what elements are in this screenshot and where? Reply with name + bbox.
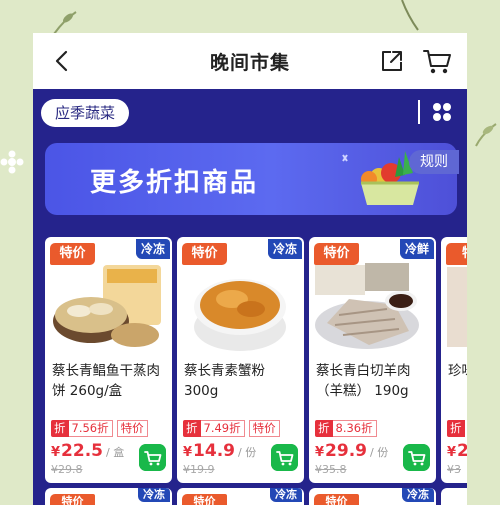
add-to-cart-icon[interactable] [139,444,166,471]
leaf-decoration [401,0,419,31]
product-image [53,265,161,347]
banner-slogan: 更多折扣商品 [90,168,259,198]
original-price: ¥19.9 [183,463,215,476]
special-badge: 特价 [116,419,148,437]
product-name: 蔡长青鲳鱼干蒸肉饼 260g/盒 [52,363,160,399]
original-price: ¥3 [447,463,461,476]
discount-rate: 7.56折 [68,419,113,437]
discount-labels: 折 8.36折 [315,419,377,437]
product-name: 蔡长青素蟹粉 300g [184,363,265,399]
storage-tag: 冷鲜 [399,239,434,259]
discount-mark: 折 [315,419,333,437]
rules-button[interactable]: 规则 [409,150,459,174]
page-title: 晚间市集 [209,51,290,74]
add-to-cart-icon[interactable] [403,444,430,471]
discount-mark: 折 [447,419,465,437]
special-badge: 特价 [248,419,280,437]
original-price: ¥35.8 [315,463,347,476]
current-price: ¥ 29.9 / 份 [315,441,389,461]
special-price-tag: 特价 [50,494,95,505]
original-price: ¥29.8 [51,463,83,476]
storage-tag: 冷冻 [402,488,434,502]
current-price: ¥ 22.5 / 盒 [51,441,125,461]
discount-rate: 8.36折 [332,419,377,437]
product-card[interactable]: 特价 冷冻 [45,488,172,505]
app-screen: 晚间市集 应季蔬菜 更多折扣商品 规则 特价 冷冻 蔡长青鲳鱼干蒸肉饼 260g… [33,33,467,505]
special-price-tag: 特价 [314,494,359,505]
product-card[interactable]: 特价 冷冻 [309,488,436,505]
discount-mark: 折 [183,419,201,437]
product-image [315,263,419,349]
storage-tag: 冷冻 [138,488,170,502]
discount-rate: 7.49折 [200,419,245,437]
storage-tag: 冷冻 [270,488,302,502]
product-card[interactable]: 特价 冷冻 蔡长青素蟹粉 300g 折 7.49折 特价 ¥ 14.9 / 份 … [177,237,304,483]
discount-mark: 折 [51,419,69,437]
leaf-decoration [475,123,497,147]
storage-tag: 冷冻 [267,239,302,259]
share-icon[interactable] [380,49,404,73]
current-price: ¥ 2 [447,441,467,461]
back-arrow-icon[interactable] [51,49,75,73]
discount-banner[interactable]: 更多折扣商品 [45,143,457,215]
product-name: 珍味子鸡 [448,363,467,379]
discount-labels: 折 7.56折 特价 [51,419,148,437]
discount-labels: 折 [447,419,465,437]
category-tabs: 应季蔬菜 [33,89,467,135]
special-price-tag: 特价 [182,494,227,505]
add-to-cart-icon[interactable] [271,444,298,471]
product-card[interactable]: 特 珍味子鸡 折 ¥ 2 ¥3 [441,237,467,483]
category-chip-seasonal-vegetables[interactable]: 应季蔬菜 [41,99,130,127]
product-card[interactable] [441,488,467,505]
flower-decoration [0,150,24,174]
cart-icon[interactable] [422,47,452,75]
navigation-bar: 晚间市集 [33,33,467,89]
tab-divider [418,100,420,124]
product-list-next-row: 特价 冷冻 特价 冷冻 特价 冷冻 [33,488,467,505]
grid-icon[interactable] [432,102,452,122]
product-name: 蔡长青白切羊肉（羊糕） 190g [316,363,411,399]
product-card[interactable]: 特价 冷鲜 蔡长青白切羊肉（羊糕） 190g 折 8.36折 ¥ 29.9 / … [309,237,436,483]
discount-labels: 折 7.49折 特价 [183,419,280,437]
product-image [447,267,467,347]
product-image [194,279,286,351]
storage-tag: 冷冻 [135,239,170,259]
product-list: 特价 冷冻 蔡长青鲳鱼干蒸肉饼 260g/盒 折 7.56折 特价 ¥ 22.5… [33,237,467,487]
current-price: ¥ 14.9 / 份 [183,441,257,461]
product-card[interactable]: 特价 冷冻 [177,488,304,505]
product-card[interactable]: 特价 冷冻 蔡长青鲳鱼干蒸肉饼 260g/盒 折 7.56折 特价 ¥ 22.5… [45,237,172,483]
